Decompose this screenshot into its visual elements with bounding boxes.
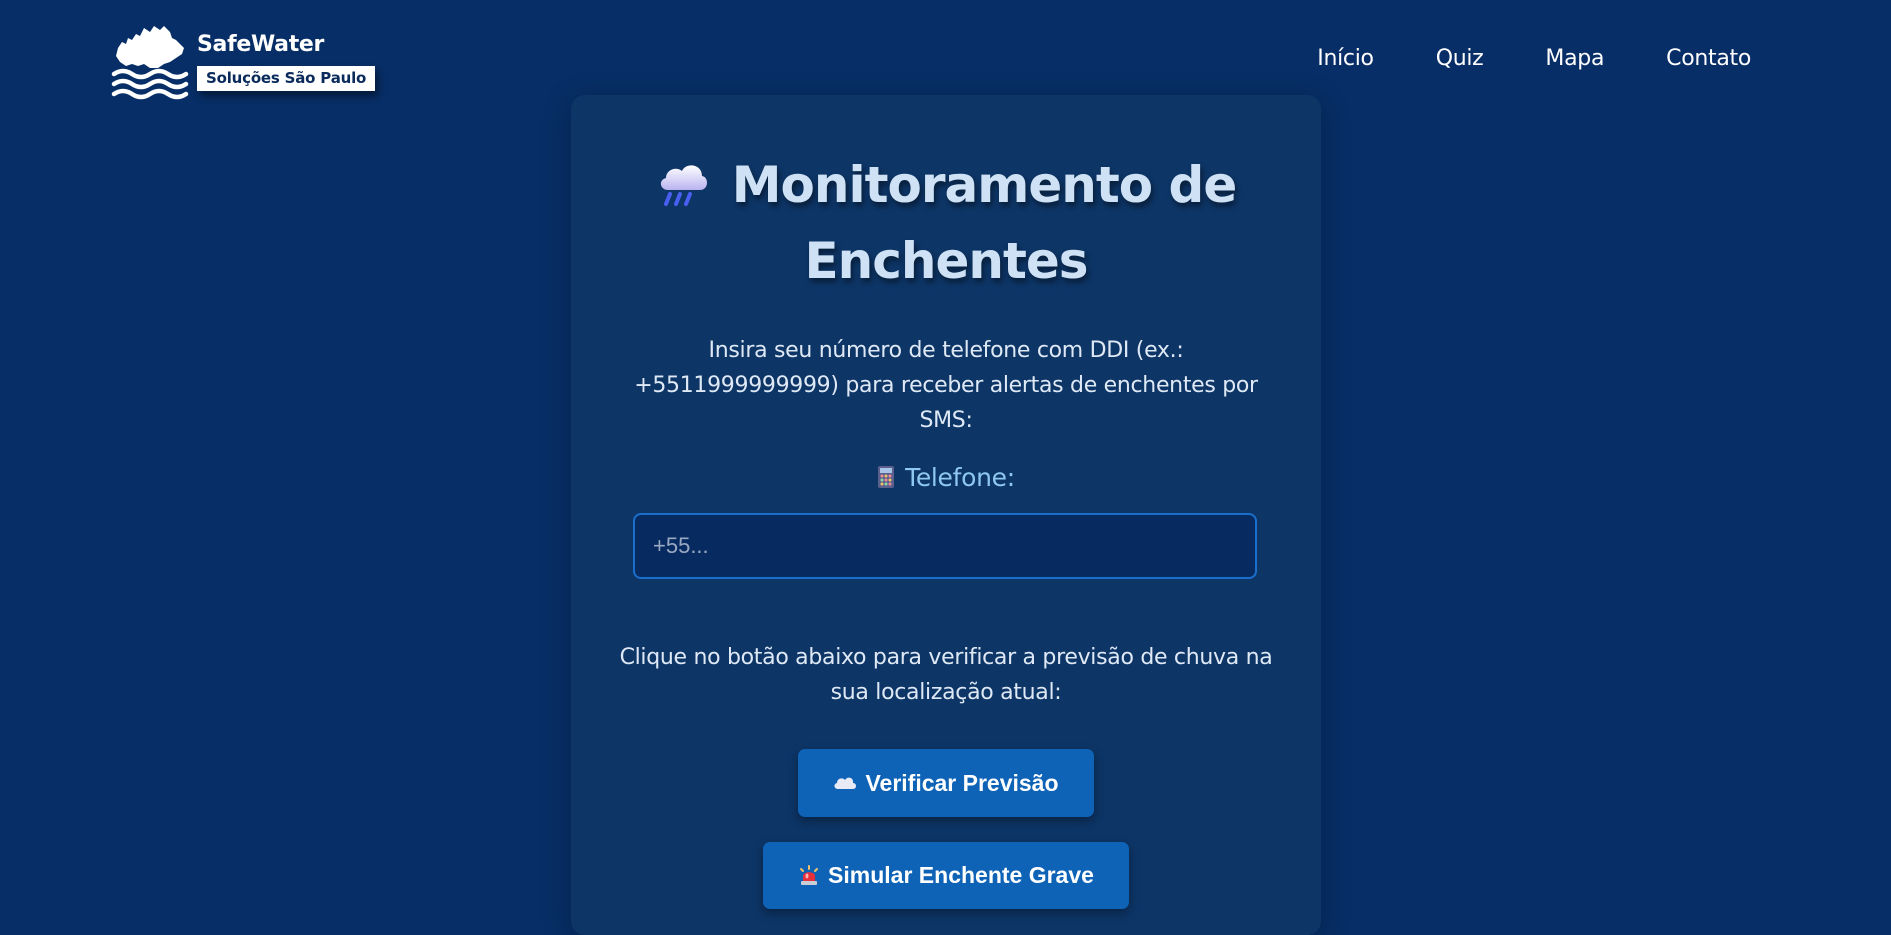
phone-input[interactable] (633, 513, 1257, 579)
phone-instructions: Insira seu número de telefone com DDI (e… (634, 338, 1258, 433)
title-text-1: Monitoramento de (731, 156, 1237, 214)
nav-link-quiz[interactable]: Quiz (1436, 46, 1484, 71)
check-forecast-label: Verificar Previsão (865, 769, 1059, 796)
rain-cloud-icon (660, 165, 707, 206)
forecast-instructions: Clique no botão abaixo para verificar a … (619, 645, 1273, 705)
sao-paulo-map-waves-logo-icon (111, 26, 189, 100)
calculator-icon (878, 466, 895, 488)
nav-link-mapa[interactable]: Mapa (1545, 46, 1604, 71)
nav-link-inicio[interactable]: Início (1317, 46, 1374, 71)
flood-monitoring-card: Monitoramento de Enchentes Insira seu nú… (571, 95, 1321, 935)
main-nav: Início Quiz Mapa Contato (1317, 46, 1751, 71)
page-title: Monitoramento de Enchentes (571, 147, 1321, 299)
brand-name: SafeWater (197, 32, 325, 57)
simulate-flood-label: Simular Enchente Grave (828, 862, 1094, 888)
check-forecast-button[interactable]: Verificar Previsão (798, 749, 1094, 817)
phone-label: Telefone: (571, 463, 1321, 492)
title-line-2: Enchentes (804, 232, 1088, 290)
siren-icon (800, 864, 819, 885)
cloud-icon (834, 777, 857, 789)
nav-link-contato[interactable]: Contato (1666, 46, 1751, 71)
phone-label-text: Telefone: (905, 463, 1015, 492)
title-line-1: Monitoramento de (571, 147, 1321, 223)
safewater-logo[interactable]: SafeWater Soluções São Paulo (110, 24, 380, 104)
simulate-flood-button[interactable]: Simular Enchente Grave (763, 842, 1129, 909)
site-header: SafeWater Soluções São Paulo Início Quiz… (0, 0, 1891, 100)
brand-tagline: Soluções São Paulo (197, 66, 376, 91)
